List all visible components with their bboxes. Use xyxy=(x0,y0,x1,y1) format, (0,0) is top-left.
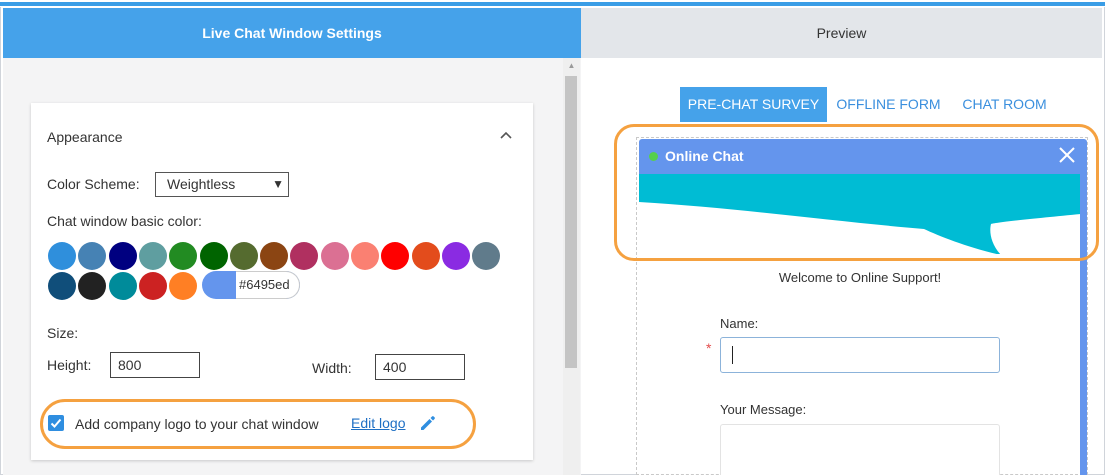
color-swatch[interactable] xyxy=(169,272,198,300)
color-swatch[interactable] xyxy=(48,242,76,270)
tab-offline-form[interactable]: OFFLINE FORM xyxy=(830,87,947,122)
color-scheme-select[interactable]: Weightless ▼ xyxy=(155,172,289,197)
width-label: Width: xyxy=(312,360,352,376)
color-swatch[interactable] xyxy=(48,272,76,300)
color-swatch[interactable] xyxy=(472,242,501,270)
color-swatch[interactable] xyxy=(351,242,379,270)
scroll-thumb[interactable] xyxy=(565,76,577,368)
color-swatch[interactable] xyxy=(320,242,349,270)
chevron-up-icon[interactable] xyxy=(499,129,513,143)
width-input[interactable]: 400 xyxy=(375,354,465,380)
size-label: Size: xyxy=(47,325,79,341)
welcome-message: Welcome to Online Support! xyxy=(778,270,942,285)
text-caret xyxy=(732,346,733,364)
appearance-title: Appearance xyxy=(47,129,123,145)
color-swatch[interactable] xyxy=(290,242,319,270)
name-input[interactable] xyxy=(720,337,1000,373)
color-swatch[interactable] xyxy=(108,242,137,270)
color-swatch[interactable] xyxy=(381,242,410,270)
settings-scrollbar[interactable]: ▲ xyxy=(563,58,580,475)
color-swatch[interactable] xyxy=(411,242,440,270)
tab-chat-room[interactable]: CHAT ROOM xyxy=(954,87,1055,122)
color-scheme-value: Weightless xyxy=(167,176,236,192)
name-label: Name: xyxy=(720,316,759,331)
message-input[interactable] xyxy=(720,424,1000,475)
color-swatch[interactable] xyxy=(138,272,167,300)
color-swatch[interactable] xyxy=(441,242,470,270)
height-input[interactable]: 800 xyxy=(110,352,200,378)
color-swatch[interactable] xyxy=(108,272,137,300)
color-swatch[interactable] xyxy=(169,242,198,270)
preview-panel-title: Preview xyxy=(816,25,867,41)
custom-color-hex[interactable]: #6495ed xyxy=(236,271,300,299)
required-marker: * xyxy=(706,340,712,356)
color-swatch[interactable] xyxy=(138,242,167,270)
dropdown-arrow-icon: ▼ xyxy=(272,177,284,191)
settings-panel-header: Live Chat Window Settings xyxy=(3,8,581,58)
color-swatch[interactable] xyxy=(260,242,289,270)
basic-color-label: Chat window basic color: xyxy=(47,213,202,229)
logo-option-highlight xyxy=(40,399,476,449)
custom-color-picker[interactable]: #6495ed xyxy=(202,271,300,299)
preview-panel-header: Preview xyxy=(581,8,1102,58)
top-accent-bar xyxy=(0,0,1105,7)
color-swatch[interactable] xyxy=(199,242,228,270)
settings-panel-title: Live Chat Window Settings xyxy=(202,25,382,41)
tab-pre-chat-survey[interactable]: PRE-CHAT SURVEY xyxy=(680,87,827,122)
chat-header-highlight xyxy=(614,124,1099,261)
color-swatch[interactable] xyxy=(229,242,258,270)
color-swatch[interactable] xyxy=(78,242,107,270)
scroll-up-arrow-icon[interactable]: ▲ xyxy=(563,60,580,72)
color-swatch[interactable] xyxy=(78,272,107,300)
color-scheme-label: Color Scheme: xyxy=(47,176,140,192)
height-label: Height: xyxy=(47,357,92,373)
message-label: Your Message: xyxy=(720,402,807,417)
